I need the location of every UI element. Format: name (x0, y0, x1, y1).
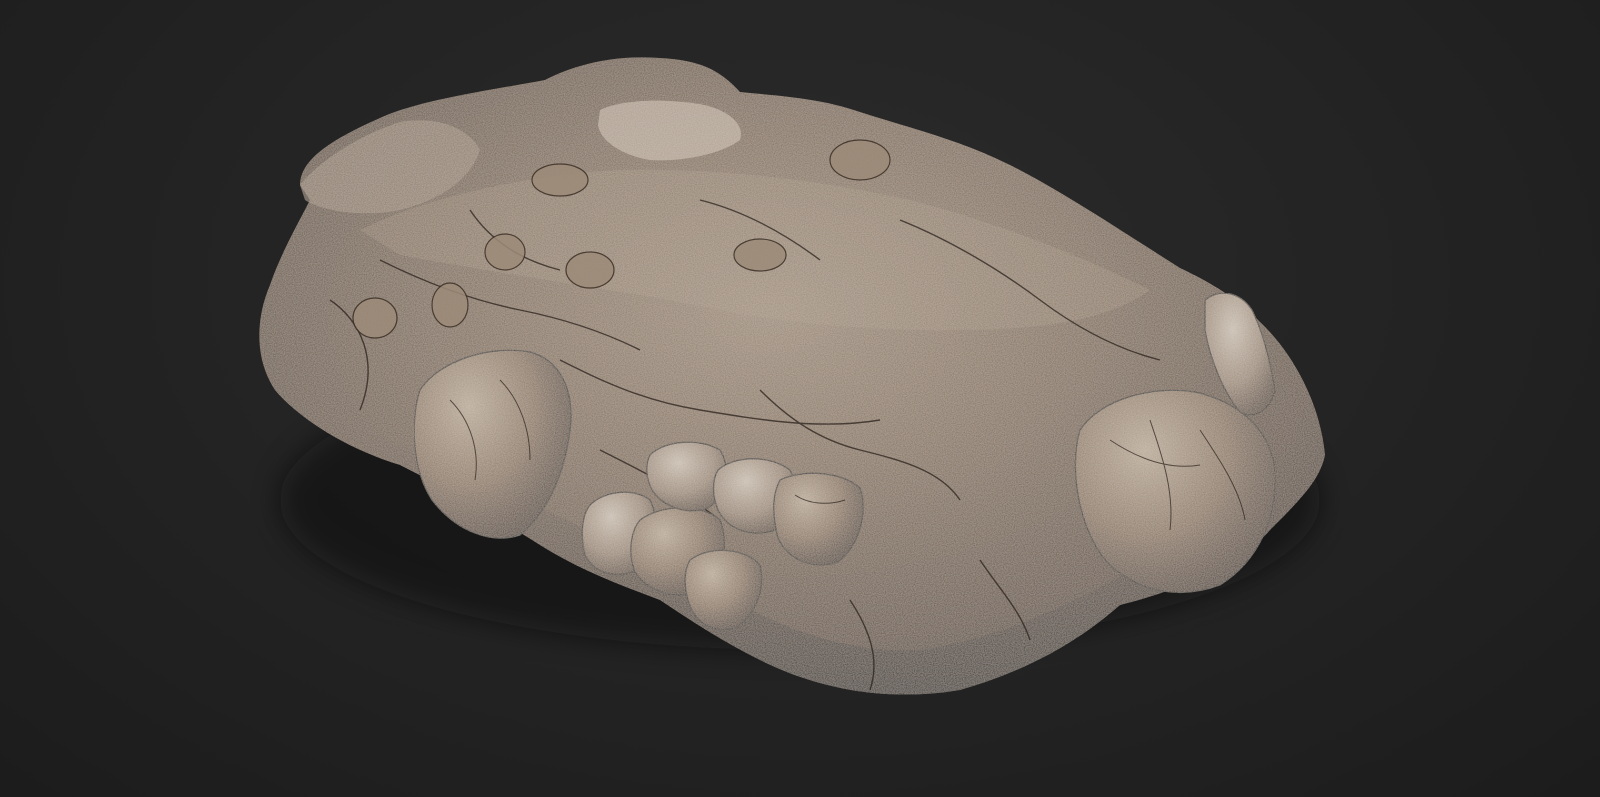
boulder-front-5 (773, 472, 864, 566)
rock-render (259, 57, 1325, 695)
3d-viewport[interactable] (0, 0, 1600, 797)
